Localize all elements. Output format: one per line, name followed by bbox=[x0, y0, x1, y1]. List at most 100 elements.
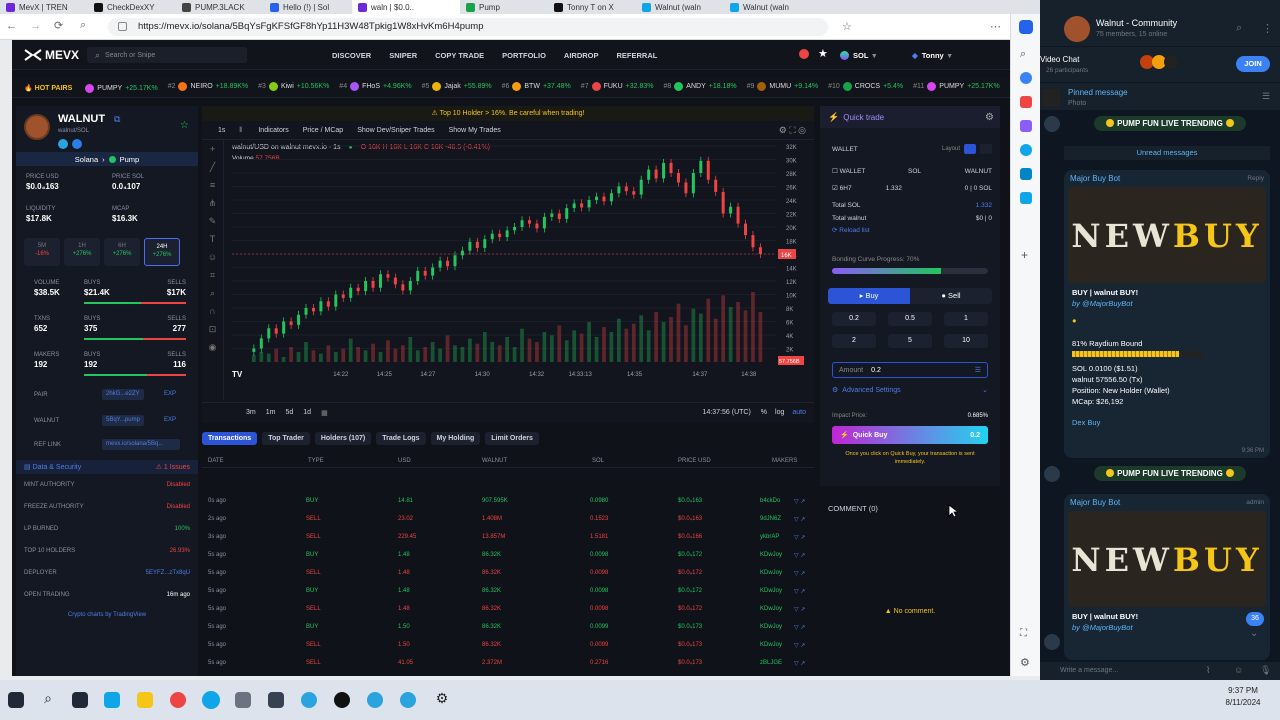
preset-10[interactable]: 10 bbox=[944, 334, 988, 348]
clock-time[interactable]: 9:37 PM bbox=[1212, 686, 1274, 695]
favorite-icon[interactable]: ☆ bbox=[842, 20, 852, 33]
group-name[interactable]: Walnut - Community bbox=[1096, 18, 1177, 28]
favorite-star-icon[interactable]: ☆ bbox=[180, 120, 189, 131]
amount-field[interactable]: Amount 0.2 ☰ bbox=[832, 362, 988, 378]
ticker-item[interactable]: PUMPY +25.17K% bbox=[82, 83, 158, 93]
browser-tab[interactable]: Pump bbox=[460, 0, 548, 14]
browser-tab[interactable]: PUMP.3LACK bbox=[176, 0, 264, 14]
add-icon[interactable]: + bbox=[1021, 248, 1028, 262]
magnet-icon[interactable]: ∩ bbox=[202, 302, 223, 320]
attach-icon[interactable]: ⌇ bbox=[1206, 665, 1210, 676]
fib-icon[interactable]: ⋔ bbox=[202, 194, 223, 212]
table-tab-trade[interactable]: Trade Logs bbox=[376, 431, 426, 445]
eye-icon[interactable]: ◉ bbox=[202, 338, 223, 356]
range-button-3m[interactable]: 3m bbox=[246, 409, 256, 416]
browser-tab[interactable]: Hello (!) | Sol bbox=[264, 0, 352, 14]
filter-icon[interactable]: ▽ ↗ bbox=[794, 516, 805, 523]
forward-icon[interactable]: → bbox=[30, 20, 41, 32]
office-icon[interactable] bbox=[1020, 144, 1032, 156]
table-tab-my[interactable]: My Holding bbox=[430, 431, 481, 445]
chart-tool-3[interactable]: Show My Trades bbox=[449, 127, 501, 134]
auto-toggle[interactable]: auto bbox=[792, 409, 806, 416]
browser-tab[interactable]: Walnut (waln bbox=[636, 0, 724, 14]
back-icon[interactable]: ← bbox=[6, 20, 17, 32]
ticker-item[interactable]: #9 MUMU +9.14% bbox=[747, 82, 818, 92]
ticker-item[interactable]: #4 FHoS +4.96K% bbox=[339, 82, 412, 92]
column-header-type[interactable]: TYPE bbox=[308, 458, 324, 464]
reload-list-link[interactable]: ⟳ Reload list bbox=[832, 226, 870, 234]
filter-icon[interactable]: ▽ ↗ bbox=[794, 642, 805, 649]
table-row[interactable]: 5s ago BUY 1.50 86.32K 0.0099 $0.0₄173 KDwJoy ▽… bbox=[202, 618, 814, 636]
preset-0.2[interactable]: 0.2 bbox=[832, 312, 876, 326]
column-header-price-usd[interactable]: PRICE USD bbox=[678, 458, 711, 464]
log-toggle[interactable]: log bbox=[775, 409, 784, 416]
user-menu[interactable]: ◆ Tonny ▾ bbox=[912, 47, 982, 63]
telegram-icon[interactable] bbox=[58, 139, 68, 149]
app-icon[interactable] bbox=[268, 692, 284, 708]
file-explorer-icon[interactable] bbox=[137, 692, 153, 708]
nav-link-referral[interactable]: REFERRAL bbox=[617, 51, 658, 60]
ticker-item[interactable]: #8 ANDY +18.18% bbox=[664, 82, 737, 92]
tradingview-credit[interactable]: Crypto charts by TradingView bbox=[16, 612, 198, 618]
chart-tool-0[interactable]: Indicators bbox=[258, 127, 288, 134]
nav-link-discover[interactable]: DISCOVER bbox=[332, 51, 371, 60]
clock-date[interactable]: 8/11/2024 bbox=[1212, 698, 1274, 707]
nav-link-airdrop[interactable]: AIRDROP bbox=[564, 51, 599, 60]
website-icon[interactable] bbox=[72, 139, 82, 149]
timeframe-6h[interactable]: 6H +276% bbox=[104, 238, 140, 266]
by-line[interactable]: by @MajorBuyBot bbox=[1072, 298, 1262, 309]
pin-list-icon[interactable]: ☰ bbox=[1262, 91, 1270, 102]
sender-avatar[interactable] bbox=[1044, 466, 1060, 482]
filter-icon[interactable]: ▽ ↗ bbox=[794, 660, 805, 667]
sender-avatar[interactable] bbox=[1044, 634, 1060, 650]
interval-button[interactable]: 1s bbox=[218, 127, 225, 134]
message-input[interactable]: Write a message... ⌇ ☺ 🎙 bbox=[1040, 662, 1280, 680]
layout-switch[interactable]: Layout bbox=[942, 144, 993, 154]
advanced-settings[interactable]: ⚙ Advanced Settings ⌄ bbox=[832, 386, 988, 395]
trendline-icon[interactable]: ╱ bbox=[202, 158, 223, 176]
settings-icon[interactable]: ⚙ bbox=[1020, 656, 1030, 669]
bot-name[interactable]: Major Buy Bot bbox=[1070, 498, 1120, 507]
table-tab-limit[interactable]: Limit Orders bbox=[485, 431, 539, 445]
app-icon[interactable] bbox=[235, 692, 251, 708]
table-row[interactable]: 3s ago SELL 229.45 13.857M 1.5181 $0.0₄166 ykb… bbox=[202, 528, 814, 546]
text-icon[interactable]: T bbox=[202, 230, 223, 248]
table-row[interactable]: 5s ago BUY 1.48 86.32K 0.0098 $0.0₄172 KDwJoy ▽… bbox=[202, 546, 814, 564]
search-icon[interactable]: ⌕ bbox=[38, 690, 58, 710]
join-button[interactable]: JOIN bbox=[1236, 56, 1270, 72]
store-icon[interactable] bbox=[104, 692, 120, 708]
group-avatar[interactable] bbox=[1064, 16, 1090, 42]
search-icon[interactable]: ⌕ bbox=[1236, 22, 1242, 35]
tools-icon[interactable] bbox=[1020, 96, 1032, 108]
ticker-item[interactable]: #5 Jajak +55.89% bbox=[422, 82, 492, 92]
chrome-icon[interactable] bbox=[170, 692, 186, 708]
table-row[interactable]: 5s ago SELL 1.48 86.32K 0.0098 $0.0₄172 KDwJoy… bbox=[202, 600, 814, 618]
filter-icon[interactable]: ▽ ↗ bbox=[794, 534, 805, 541]
table-row[interactable]: 5s ago SELL 1.48 86.32K 0.0098 $0.0₄172 KDwJoy… bbox=[202, 564, 814, 582]
filter-icon[interactable]: ▽ ↗ bbox=[794, 552, 805, 559]
filter-icon[interactable]: ▽ ↗ bbox=[794, 570, 805, 577]
emoji-icon[interactable]: ☺ bbox=[202, 248, 223, 266]
nav-link-copy-trade[interactable]: COPY TRADE bbox=[435, 51, 484, 60]
pinned-bar[interactable]: Pinned message Photo ☰ bbox=[1040, 82, 1280, 110]
settings-icon[interactable]: ⚙ bbox=[432, 690, 452, 710]
security-header[interactable]: ▤ Data & Security ⚠ 1 Issues bbox=[16, 460, 198, 474]
table-row[interactable]: 5s ago SELL 41.05 2.372M 0.2716 $0.0₄173 zBLJG… bbox=[202, 654, 814, 672]
by-line[interactable]: by @MajorBuyBot bbox=[1072, 622, 1262, 633]
start-icon[interactable] bbox=[8, 692, 24, 708]
range-button-5d[interactable]: 5d bbox=[285, 409, 293, 416]
drop-icon[interactable] bbox=[1020, 192, 1032, 204]
obs-icon[interactable] bbox=[334, 692, 350, 708]
table-tab-top[interactable]: Top Trader bbox=[262, 431, 310, 445]
scroll-down-icon[interactable]: ⌄ bbox=[1250, 628, 1258, 639]
zoom-icon[interactable]: ⌕ bbox=[202, 284, 223, 302]
filter-icon[interactable]: ▽ ↗ bbox=[794, 588, 805, 595]
ref-link[interactable]: mevx.io/solana/5Bq... bbox=[102, 439, 180, 450]
dex-buy-links[interactable]: Dex Buy bbox=[1072, 417, 1262, 428]
copilot-icon[interactable] bbox=[1019, 20, 1033, 34]
table-row[interactable]: 2s ago SELL 23.02 1.408M 0.1523 $0.0₄163 9dJN6… bbox=[202, 510, 814, 528]
table-row[interactable]: 5s ago SELL 1.50 86.32K 0.0099 $0.0₄173 KDwJoy… bbox=[202, 636, 814, 654]
timeframe-24h[interactable]: 24H +276% bbox=[144, 238, 180, 266]
hline-icon[interactable]: ≡ bbox=[202, 176, 223, 194]
ticker-item[interactable]: #6 BTW +37.48% bbox=[502, 82, 571, 92]
